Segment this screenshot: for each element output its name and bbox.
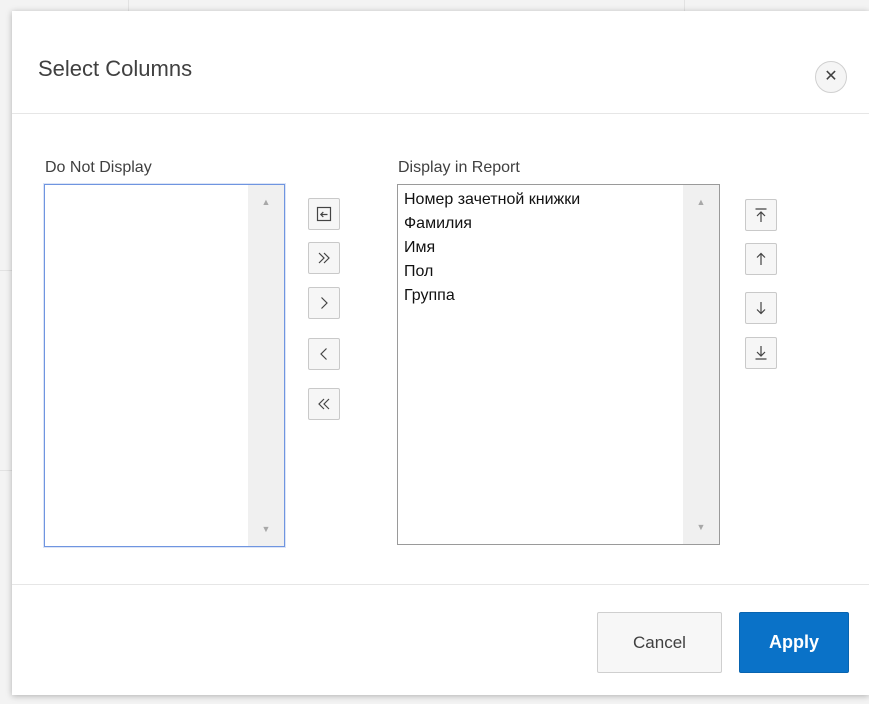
- display-in-report-listbox[interactable]: Номер зачетной книжки Фамилия Имя Пол Группа…: [397, 184, 720, 545]
- display-in-report-options: Номер зачетной книжки Фамилия Имя Пол Группа: [403, 188, 679, 308]
- scroll-up-icon[interactable]: ▲: [683, 197, 719, 207]
- move-up-button[interactable]: [745, 243, 777, 275]
- list-item[interactable]: Имя: [403, 236, 679, 260]
- scrollbar[interactable]: ▲ ▼: [248, 185, 284, 546]
- reset-button[interactable]: [308, 198, 340, 230]
- move-down-icon: [756, 302, 766, 315]
- move-to-top-icon: [755, 208, 767, 222]
- cancel-button[interactable]: Cancel: [597, 612, 722, 673]
- move-down-button[interactable]: [745, 292, 777, 324]
- list-item[interactable]: Номер зачетной книжки: [403, 188, 679, 212]
- scroll-down-icon[interactable]: ▼: [683, 522, 719, 532]
- scroll-down-icon[interactable]: ▼: [248, 524, 284, 534]
- scrollbar[interactable]: ▲ ▼: [683, 185, 719, 544]
- dialog-title: Select Columns: [38, 56, 193, 81]
- display-in-report-label: Display in Report: [398, 159, 520, 176]
- background-grid-line: [0, 270, 12, 271]
- header-divider: [12, 113, 869, 114]
- footer-divider: [12, 584, 869, 585]
- move-all-right-icon: [318, 252, 330, 264]
- reset-icon: [316, 206, 332, 222]
- do-not-display-label: Do Not Display: [45, 159, 152, 176]
- scroll-up-icon[interactable]: ▲: [248, 197, 284, 207]
- list-item[interactable]: Фамилия: [403, 212, 679, 236]
- move-right-button[interactable]: [308, 287, 340, 319]
- do-not-display-listbox[interactable]: ▲ ▼: [44, 184, 285, 547]
- background-grid-line: [684, 0, 685, 11]
- apply-button[interactable]: Apply: [739, 612, 849, 673]
- background-grid-line: [128, 0, 129, 11]
- list-item[interactable]: Группа: [403, 284, 679, 308]
- move-all-left-icon: [318, 398, 330, 410]
- move-left-icon: [320, 348, 327, 360]
- move-right-icon: [321, 297, 328, 309]
- close-button[interactable]: ✕: [815, 61, 847, 93]
- move-to-bottom-button[interactable]: [745, 337, 777, 369]
- move-up-icon: [756, 252, 766, 265]
- move-all-right-button[interactable]: [308, 242, 340, 274]
- select-columns-dialog: Select Columns ✕ Do Not Display ▲ ▼ Disp…: [12, 11, 869, 695]
- background-grid-line: [0, 470, 12, 471]
- move-to-top-button[interactable]: [745, 199, 777, 231]
- list-item[interactable]: Пол: [403, 260, 679, 284]
- move-all-left-button[interactable]: [308, 388, 340, 420]
- close-icon: ✕: [824, 68, 838, 85]
- move-left-button[interactable]: [308, 338, 340, 370]
- move-to-bottom-icon: [755, 346, 767, 360]
